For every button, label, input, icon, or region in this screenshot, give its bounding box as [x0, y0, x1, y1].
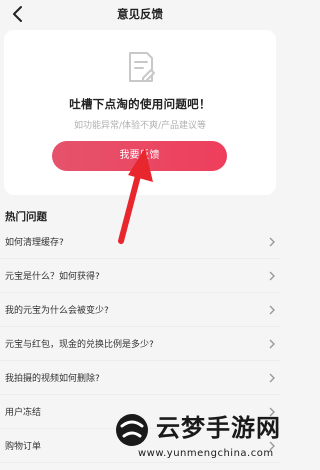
watermark: 云梦手游网 www.yunmengchina.com: [110, 400, 280, 470]
faq-item-label: 我拍摄的视频如何删除?: [5, 374, 100, 384]
faq-item[interactable]: 元宝是什么？如何获得?: [0, 259, 280, 293]
watermark-logo-icon: [116, 414, 148, 446]
watermark-name: 云梦手游网: [156, 414, 281, 442]
document-edit-icon: [129, 52, 155, 82]
faq-item-label: 元宝是什么？如何获得?: [5, 272, 100, 282]
hot-questions-title: 热门问题: [5, 211, 47, 223]
chevron-right-icon: [269, 237, 275, 247]
header-bar: 意见反馈: [0, 0, 280, 28]
page-title: 意见反馈: [117, 7, 163, 21]
faq-item[interactable]: 我的元宝为什么会被变少?: [0, 293, 280, 327]
faq-item-label: 如何清理缓存?: [5, 238, 64, 248]
card-title: 吐槽下点淘的使用问题吧！: [69, 97, 211, 111]
faq-item-label: 用户冻结: [5, 408, 42, 418]
chevron-right-icon: [269, 271, 275, 281]
card-subtitle: 如功能异常/体验不爽/产品建议等: [73, 121, 207, 131]
chevron-right-icon: [269, 305, 275, 315]
faq-item[interactable]: 我拍摄的视频如何删除?: [0, 361, 280, 395]
chevron-right-icon: [269, 339, 275, 349]
faq-item-label: 我的元宝为什么会被变少?: [5, 306, 109, 316]
faq-item[interactable]: 元宝与红包，现金的兑换比例是多少?: [0, 327, 280, 361]
chevron-right-icon: [269, 373, 275, 383]
faq-item[interactable]: 如何清理缓存?: [0, 225, 280, 259]
faq-item-label: 购物订单: [5, 442, 42, 452]
faq-item-label: 元宝与红包，现金的兑换比例是多少?: [5, 340, 154, 350]
watermark-url: www.yunmengchina.com: [138, 448, 274, 459]
